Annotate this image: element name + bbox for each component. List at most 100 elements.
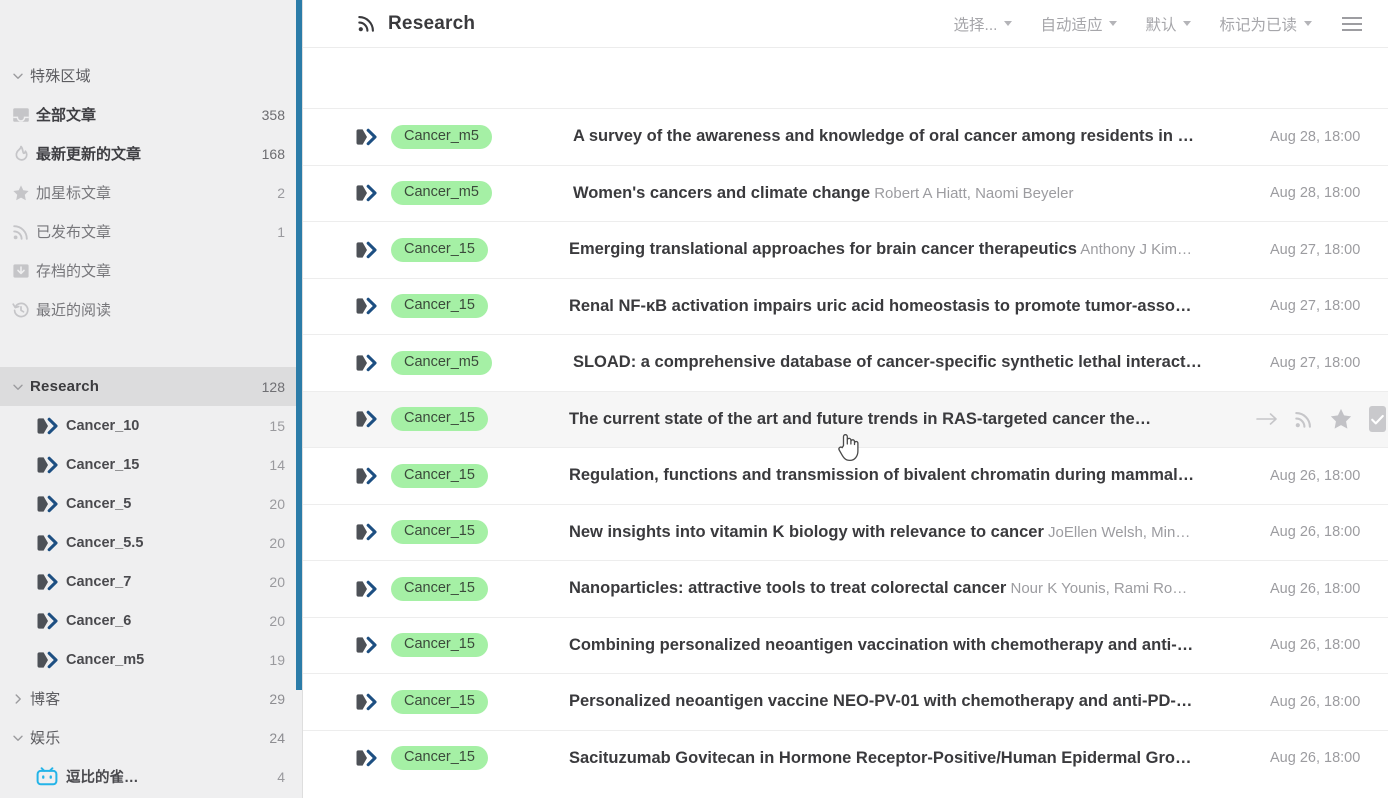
article-title: New insights into vitamin K biology with…	[568, 522, 1044, 541]
feed-icon	[36, 573, 66, 591]
article-text[interactable]: New insights into vitamin K biology with…	[569, 523, 1256, 542]
sidebar-feed-cancer-5[interactable]: Cancer_5 20	[0, 484, 303, 523]
article-text[interactable]: Sacituzumab Govitecan in Hormone Recepto…	[569, 749, 1256, 768]
sidebar-item-recently-updated-count: 168	[261, 145, 285, 162]
table-row[interactable]: Cancer_15 New insights into vitamin K bio…	[303, 503, 1388, 561]
sidebar-feed-cancer-10[interactable]: Cancer_10 15	[0, 406, 303, 445]
sidebar-group-entertainment[interactable]: 娱乐 24	[0, 718, 303, 757]
sidebar-item-archived[interactable]: 存档的文章	[0, 251, 303, 290]
sidebar-group-entertainment-count: 24	[269, 729, 285, 746]
topbar-select-dropdown[interactable]: 选择...	[940, 7, 1027, 41]
table-row[interactable]: Cancer_15 Combining personalized neoantig…	[303, 616, 1388, 674]
topbar-select-label: 选择...	[953, 16, 998, 34]
article-title: Sacituzumab Govitecan in Hormone Recepto…	[568, 748, 1192, 767]
sidebar: 特殊区域 全部文章 358 最新更新的文章 168 加星标文章 2 已发布文章 …	[0, 0, 303, 798]
article-title: Nanoparticles: attractive tools to treat…	[568, 579, 1007, 598]
feed-tag[interactable]: Cancer_15	[391, 407, 488, 432]
chevron-right-icon	[6, 687, 30, 711]
topbar-title-group: Research	[357, 13, 475, 35]
sidebar-item-recently-updated[interactable]: 最新更新的文章 168	[0, 134, 303, 173]
table-row[interactable]: Cancer_m5 SLOAD: a comprehensive database…	[303, 334, 1388, 391]
rss-icon[interactable]	[1294, 410, 1313, 429]
sidebar-feed-cancer-m5[interactable]: Cancer_m5 19	[0, 640, 303, 679]
article-text[interactable]: Women's cancers and climate change Rober…	[573, 184, 1256, 203]
sidebar-item-published-label: 已发布文章	[36, 224, 112, 241]
sidebar-group-research[interactable]: Research 128	[0, 367, 303, 406]
sidebar-item-archived-label: 存档的文章	[36, 263, 112, 280]
flame-icon	[6, 142, 36, 166]
chevron-down-icon	[6, 64, 30, 88]
feed-icon	[36, 417, 66, 435]
sidebar-group-blog-label: 博客	[30, 691, 61, 708]
article-date: Aug 27, 18:00	[1270, 241, 1361, 258]
article-text[interactable]: Combining personalized neoantigen vaccin…	[569, 636, 1256, 655]
feed-tag[interactable]: Cancer_15	[391, 520, 488, 545]
feed-icon	[355, 241, 389, 259]
sidebar-feed-cancer-7[interactable]: Cancer_7 20	[0, 562, 303, 601]
sidebar-item-published[interactable]: 已发布文章 1	[0, 212, 303, 251]
table-row[interactable]: Cancer_15 Regulation, functions and trans…	[303, 447, 1388, 504]
feed-tag[interactable]: Cancer_15	[391, 746, 488, 771]
topbar-mark-read-dropdown[interactable]: 标记为已读	[1205, 7, 1326, 41]
sidebar-feed-cancer-6[interactable]: Cancer_6 20	[0, 601, 303, 640]
article-rows: Cancer_m5 A survey of the awareness and k…	[303, 108, 1388, 786]
table-row[interactable]: Cancer_m5 A survey of the awareness and k…	[303, 108, 1388, 165]
sidebar-feed-cancer-5-label: Cancer_5	[66, 495, 132, 512]
sidebar-feed-bilibili[interactable]: 逗比的雀… 4	[0, 757, 303, 796]
feed-icon	[355, 580, 389, 598]
table-row[interactable]: Cancer_m5 Women's cancers and climate cha…	[303, 164, 1388, 222]
article-text[interactable]: The current state of the art and future …	[569, 410, 1242, 429]
sidebar-group-special[interactable]: 特殊区域	[0, 56, 303, 95]
sidebar-item-all-articles[interactable]: 全部文章 358	[0, 95, 303, 134]
feed-tag[interactable]: Cancer_15	[391, 576, 488, 601]
feed-tag[interactable]: Cancer_m5	[391, 350, 492, 375]
table-row[interactable]: Cancer_15 Personalized neoantigen vaccine…	[303, 673, 1388, 730]
feed-tag[interactable]: Cancer_15	[391, 237, 488, 262]
article-text[interactable]: Renal NF-κB activation impairs uric acid…	[569, 297, 1256, 316]
article-title: Combining personalized neoantigen vaccin…	[568, 635, 1194, 654]
sidebar-feed-cancer-5-5-count: 20	[269, 534, 285, 551]
feed-tag[interactable]: Cancer_15	[391, 463, 488, 488]
article-title: A survey of the awareness and knowledge …	[572, 127, 1195, 146]
star-icon[interactable]	[1329, 407, 1353, 431]
sidebar-group-entertainment-label: 娱乐	[30, 730, 61, 747]
table-row[interactable]: Cancer_15 The current state of the art an…	[303, 390, 1388, 447]
sidebar-feed-cancer-15[interactable]: Cancer_15 14	[0, 445, 303, 484]
chevron-down-icon	[1004, 21, 1013, 26]
feed-tag[interactable]: Cancer_15	[391, 689, 488, 714]
article-text[interactable]: Emerging translational approaches for br…	[569, 240, 1256, 259]
sidebar-feed-bilibili-label: 逗比的雀…	[66, 770, 139, 786]
sidebar-feed-cancer-15-count: 14	[269, 456, 285, 473]
topbar-autofit-dropdown[interactable]: 自动适应	[1026, 7, 1131, 41]
feed-tag[interactable]: Cancer_m5	[391, 181, 492, 206]
arrow-right-icon[interactable]	[1256, 412, 1278, 426]
feed-tag[interactable]: Cancer_15	[391, 633, 488, 658]
sidebar-item-starred[interactable]: 加星标文章 2	[0, 173, 303, 212]
sidebar-group-blog[interactable]: 博客 29	[0, 679, 303, 718]
sidebar-feed-cancer-5-5[interactable]: Cancer_5.5 20	[0, 523, 303, 562]
hamburger-icon[interactable]	[1326, 11, 1372, 37]
article-authors: Nour K Younis, Rami Ro…	[1006, 580, 1188, 598]
table-row[interactable]: Cancer_15 Renal NF-κB activation impairs …	[303, 277, 1388, 335]
article-text[interactable]: Personalized neoantigen vaccine NEO-PV-0…	[569, 692, 1256, 711]
check-icon[interactable]	[1369, 406, 1386, 433]
article-text[interactable]: Nanoparticles: attractive tools to treat…	[569, 579, 1256, 598]
rss-icon	[357, 14, 376, 33]
table-row[interactable]: Cancer_15 Emerging translational approach…	[303, 221, 1388, 278]
table-row[interactable]: Cancer_15 Sacituzumab Govitecan in Hormon…	[303, 729, 1388, 787]
feed-icon	[36, 534, 66, 552]
sidebar-item-recent-reads[interactable]: 最近的阅读	[0, 290, 303, 329]
sidebar-group-blog-count: 29	[269, 690, 285, 707]
topbar: Research 选择... 自动适应 默认 标记为已读	[303, 0, 1388, 48]
chevron-down-icon	[1183, 21, 1192, 26]
chevron-down-icon	[1109, 21, 1118, 26]
feed-icon	[36, 651, 66, 669]
feed-tag[interactable]: Cancer_m5	[391, 124, 492, 149]
article-text[interactable]: A survey of the awareness and knowledge …	[573, 127, 1256, 146]
feed-tag[interactable]: Cancer_15	[391, 294, 488, 319]
topbar-default-dropdown[interactable]: 默认	[1131, 7, 1205, 41]
table-row[interactable]: Cancer_15 Nanoparticles: attractive tools…	[303, 560, 1388, 617]
article-text[interactable]: Regulation, functions and transmission o…	[569, 466, 1256, 485]
article-text[interactable]: SLOAD: a comprehensive database of cance…	[573, 353, 1256, 372]
article-title: The current state of the art and future …	[568, 409, 1152, 428]
